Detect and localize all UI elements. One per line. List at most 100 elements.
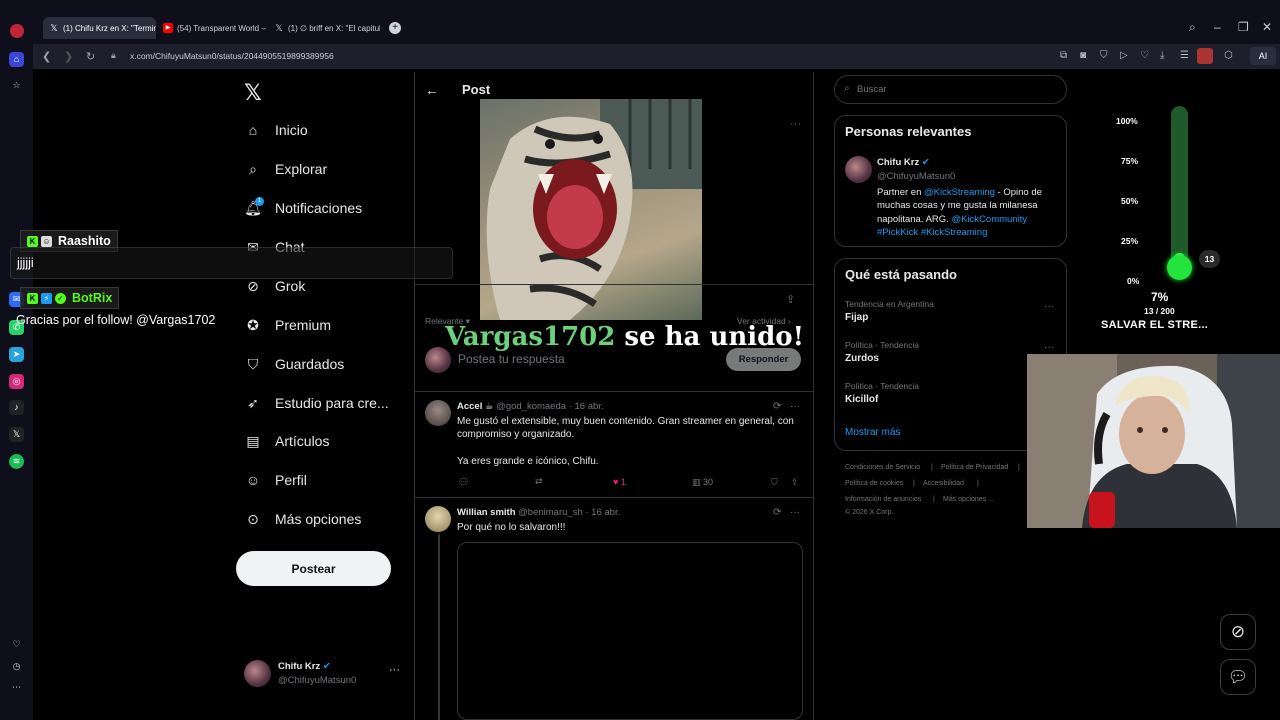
footer-link[interactable]: Condiciones de Servicio (845, 464, 920, 471)
heart-icon[interactable]: ♡ (9, 637, 24, 652)
play-icon[interactable]: ▷ (1120, 50, 1128, 61)
reply-input[interactable]: Postea tu respuesta (458, 352, 565, 366)
more-icon[interactable]: ··· (790, 118, 801, 130)
avatar[interactable] (425, 506, 451, 532)
account-name[interactable]: Chifu Krz ✔ (278, 661, 331, 672)
reply-author[interactable]: Accel ☕ @god_komaeda · 16 abr. (457, 401, 604, 412)
maximize-icon[interactable]: ❐ (1238, 20, 1249, 34)
bookmark-icon[interactable]: ⛉ (771, 477, 778, 488)
more-icon[interactable]: ··· (1044, 342, 1054, 353)
message-icon: 💬︎ (1227, 669, 1249, 686)
instagram-icon[interactable]: ◎ (9, 374, 24, 389)
post-button[interactable]: Postear (236, 551, 391, 586)
more-icon[interactable]: ··· (1044, 301, 1054, 312)
nav-item-explorar[interactable]: ⌕ Explorar (244, 156, 327, 182)
grok-icon[interactable]: ⟳ (773, 507, 781, 518)
follower-alert: Vargas1702 se ha unido! (445, 322, 804, 352)
reload-icon[interactable]: ↻ (86, 50, 95, 63)
nav-item-más-opciones[interactable]: ⊙ Más opciones (244, 506, 361, 532)
footer-link[interactable]: Información de anuncios (845, 496, 921, 503)
more-icon[interactable]: ··· (790, 401, 800, 412)
post-media[interactable] (480, 99, 702, 320)
share-icon[interactable]: ⇪ (791, 477, 799, 488)
footer-link[interactable]: Más opciones ... (943, 496, 994, 503)
goal-meter-track (1171, 106, 1188, 266)
x-app-icon[interactable]: 𝕏 (9, 427, 24, 442)
nav-item-guardados[interactable]: ⛉ Guardados (244, 351, 345, 377)
share-icon[interactable]: ⇪ (786, 293, 795, 306)
more-icon[interactable]: ··· (389, 664, 400, 676)
camera-icon[interactable]: ◙ (1080, 50, 1086, 61)
goal-count: 13 (1199, 250, 1220, 268)
heart-icon[interactable]: ♡ (1140, 50, 1149, 61)
close-window-icon[interactable]: ✕ (1262, 20, 1272, 34)
search-tabs-icon[interactable]: ⌕ (1189, 20, 1196, 35)
goal-title: SALVAR EL STRE... (1101, 319, 1209, 331)
nav-item-perfil[interactable]: ☺ Perfil (244, 467, 307, 493)
shield-icon[interactable]: ⛉ (1100, 50, 1108, 61)
profile-avatar[interactable] (1197, 48, 1213, 64)
trend-item[interactable]: Zurdos (845, 353, 879, 364)
avatar[interactable] (425, 400, 451, 426)
url-text[interactable]: x.com/ChifuyuMatsun0/status/204490551989… (130, 51, 334, 61)
avatar[interactable] (845, 156, 872, 183)
tab-transparent-world[interactable]: ▶ (54) Transparent World – / (157, 17, 267, 39)
relevant-name[interactable]: Chifu Krz ✔ (877, 157, 930, 168)
home-icon[interactable]: ⌂ (9, 52, 24, 67)
footer-link[interactable]: Política de Privacidad (941, 464, 1008, 471)
trend-item[interactable]: Fijap (845, 312, 868, 323)
mention-link[interactable]: @KickCommunity (951, 214, 1027, 225)
browser-logo-icon[interactable] (10, 24, 24, 38)
nav-item-inicio[interactable]: ⌂ Inicio (244, 117, 308, 143)
avatar[interactable] (244, 660, 271, 687)
telegram-icon[interactable]: ➤ (9, 347, 24, 362)
embedded-media[interactable] (457, 542, 803, 720)
back-icon[interactable]: ❮ (42, 50, 51, 63)
history-icon[interactable]: ◷ (9, 659, 24, 674)
goal-tick: 75% (1121, 156, 1139, 166)
more-icon[interactable]: ··· (790, 507, 800, 518)
tab-chifu-krz[interactable]: 𝕏 (1) Chifu Krz en X: "Termin (43, 17, 156, 39)
nav-item-artículos[interactable]: ▤ Artículos (244, 428, 329, 454)
nav-item-estudio-para-cre[interactable]: ➶ Estudio para cre... (244, 390, 389, 416)
like-button[interactable]: ♥ 1 (613, 477, 626, 487)
user-badge-icon: ☺ (41, 235, 52, 247)
retweet-icon[interactable]: ⇄ (535, 476, 543, 487)
messages-button[interactable]: 💬︎ (1220, 659, 1256, 695)
verified-badge-icon: ✓ (55, 292, 66, 304)
reply-icon[interactable]: 💬︎ (458, 477, 469, 488)
hashtag-link[interactable]: #PickKick (877, 227, 918, 238)
footer-separator: | (933, 496, 935, 503)
tab-label: (1) Chifu Krz en X: "Termin (63, 23, 156, 33)
menu-icon[interactable]: ☰ (1180, 50, 1189, 61)
tiktok-icon[interactable]: ♪ (9, 400, 24, 415)
grok-button[interactable]: ⊘ (1220, 614, 1256, 650)
more-icon[interactable]: ⋯ (9, 680, 24, 695)
back-arrow-icon[interactable]: ← (425, 82, 439, 98)
footer-link[interactable]: Accesibilidad (923, 480, 964, 487)
download-icon[interactable]: ⤓ (1160, 50, 1164, 61)
divider (415, 497, 813, 498)
new-tab-button[interactable]: + (389, 22, 401, 34)
ai-button[interactable]: AI (1250, 47, 1276, 65)
relevant-bio: Partner en @KickStreaming - Opino de muc… (877, 187, 1042, 238)
nav-item-label: Guardados (275, 356, 345, 372)
x-logo-icon[interactable]: 𝕏 (244, 80, 262, 106)
extensions-icon[interactable]: ⬡ (1224, 50, 1233, 61)
grok-icon[interactable]: ⟳ (773, 401, 781, 412)
footer-link[interactable]: Política de cookies (845, 480, 903, 487)
views-button[interactable]: ▥ 30 (692, 477, 713, 488)
tab-briff[interactable]: 𝕏 (1) ∅ briff en X: "El capitul (268, 17, 380, 39)
forward-icon[interactable]: ❯ (64, 50, 73, 63)
screenshot-icon[interactable]: ⧉ (1060, 50, 1067, 61)
spotify-icon[interactable]: ≋ (9, 454, 24, 469)
reply-author[interactable]: Willian smith @benimaru_sh · 16 abr. (457, 507, 620, 518)
hashtag-link[interactable]: #KickStreaming (921, 227, 988, 238)
star-icon[interactable]: ☆ (9, 78, 24, 93)
show-more-link[interactable]: Mostrar más (845, 427, 901, 438)
minimize-icon[interactable]: – (1214, 20, 1221, 34)
site-info-icon[interactable]: 🔒︎ (111, 50, 116, 61)
mention-link[interactable]: @KickStreaming (924, 187, 995, 198)
trend-item[interactable]: Kicillof (845, 394, 878, 405)
alert-text: se ha unido! (615, 322, 805, 352)
